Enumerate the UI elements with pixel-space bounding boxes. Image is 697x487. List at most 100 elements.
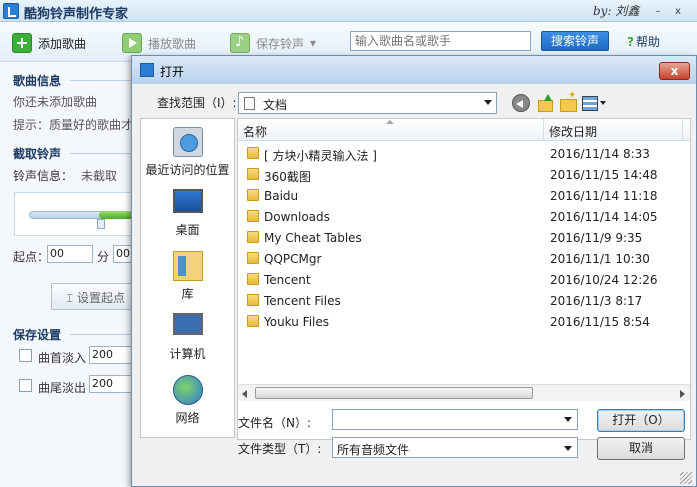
search-input[interactable] (350, 31, 531, 51)
back-icon[interactable] (512, 94, 530, 112)
place-libraries[interactable]: 库 (141, 251, 234, 302)
folder-icon (247, 252, 259, 264)
scroll-left-icon[interactable] (242, 390, 247, 398)
file-row[interactable]: 360截图 2016/11/15 14:48 (238, 164, 690, 185)
resize-grip-icon[interactable] (680, 472, 692, 484)
place-computer[interactable]: 计算机 (141, 313, 234, 362)
horizontal-scrollbar[interactable] (238, 384, 690, 401)
help-label: 帮助 (635, 35, 660, 49)
file-row[interactable]: [ 方块小精灵输入法 ] 2016/11/14 8:33 (238, 143, 690, 164)
file-row[interactable]: Tencent 2016/10/24 12:26 (238, 269, 690, 290)
fade-in-input[interactable]: 200 (89, 346, 132, 364)
file-row[interactable]: Downloads 2016/11/14 14:05 (238, 206, 690, 227)
network-icon (172, 375, 203, 405)
close-button[interactable]: x (668, 5, 688, 20)
folder-icon (247, 231, 259, 243)
column-name[interactable]: 名称 (243, 123, 267, 140)
place-recent[interactable]: 最近访问的位置 (141, 127, 234, 178)
folder-icon (247, 294, 259, 306)
file-name: Downloads (264, 210, 330, 224)
fade-in-checkbox[interactable] (19, 349, 32, 362)
file-list: 名称 修改日期 [ 方块小精灵输入法 ] 2016/11/14 8:33 360截… (237, 118, 691, 440)
open-button[interactable]: 打开（O） (597, 409, 685, 432)
column-divider[interactable] (543, 119, 544, 141)
document-icon (244, 97, 255, 110)
cursor-icon: ⌶ (66, 291, 78, 305)
add-song-button[interactable]: 添加歌曲 (12, 31, 86, 55)
scroll-right-icon[interactable] (680, 390, 685, 398)
file-row[interactable]: Baidu 2016/11/14 11:18 (238, 185, 690, 206)
dialog-title: 打开 (160, 65, 185, 79)
folder-icon (247, 273, 259, 285)
chevron-down-icon (484, 100, 492, 105)
file-list-header: 名称 修改日期 (238, 119, 690, 141)
look-in-label: 查找范围（I）: (157, 96, 237, 110)
left-panel: 歌曲信息 你还未添加歌曲 提示：质量好的歌曲才 截取铃声 铃声信息： 未截取 起… (0, 62, 143, 487)
column-divider[interactable] (682, 119, 683, 141)
fade-out-checkbox[interactable] (19, 379, 32, 392)
file-type-select[interactable]: 所有音频文件 (332, 437, 578, 458)
scrollbar-thumb[interactable] (255, 387, 533, 399)
chevron-down-icon[interactable] (564, 417, 572, 422)
author-signature: by: 刘鑫 (593, 4, 640, 18)
places-bar: 最近访问的位置 桌面 库 计算机 网络 (140, 118, 235, 438)
look-in-dropdown[interactable]: 文档 (238, 92, 497, 114)
divider (70, 80, 132, 81)
divider (70, 153, 132, 154)
fade-out-label: 曲尾淡出 (38, 381, 87, 395)
chevron-down-icon (564, 446, 572, 451)
file-name: Youku Files (264, 315, 330, 329)
folder-icon (247, 189, 259, 201)
divider (70, 334, 132, 335)
cancel-button[interactable]: 取消 (597, 437, 685, 460)
new-folder-icon[interactable] (559, 90, 577, 112)
dialog-close-button[interactable]: x (659, 62, 690, 80)
place-label: 桌面 (175, 223, 200, 237)
file-date: 2016/11/15 14:48 (550, 168, 658, 182)
sort-up-icon (386, 120, 394, 124)
save-ringtone-button[interactable]: 保存铃声 ▾ (230, 31, 316, 55)
place-label: 计算机 (169, 347, 206, 361)
file-type-label: 文件类型（T）: (238, 442, 322, 456)
place-network[interactable]: 网络 (141, 375, 234, 426)
place-desktop[interactable]: 桌面 (141, 189, 234, 238)
chevron-down-icon: ▾ (310, 36, 317, 50)
desktop-icon (172, 189, 203, 213)
file-name-input[interactable] (332, 409, 578, 430)
start-minute-stepper[interactable]: 00 (47, 245, 93, 263)
trim-slider[interactable] (14, 192, 139, 236)
minimize-button[interactable]: – (648, 5, 668, 20)
place-label: 网络 (175, 411, 200, 425)
computer-icon (172, 313, 203, 335)
file-date: 2016/10/24 12:26 (550, 273, 658, 287)
folder-icon (247, 147, 259, 159)
file-name: My Cheat Tables (264, 231, 362, 245)
play-song-button[interactable]: 播放歌曲 (122, 31, 196, 55)
file-date: 2016/11/9 9:35 (550, 231, 643, 245)
slider-handle[interactable] (97, 219, 105, 229)
search-ringtone-button[interactable]: 搜索铃声 (541, 31, 609, 51)
file-date: 2016/11/14 11:18 (550, 189, 658, 203)
play-icon (122, 33, 142, 53)
set-start-label: 设置起点 (77, 291, 126, 305)
file-date: 2016/11/14 14:05 (550, 210, 658, 224)
app-title-bar: 酷狗铃声制作专家 by: 刘鑫 – x (0, 0, 697, 22)
folder-icon (247, 315, 259, 327)
file-row[interactable]: QQPCMgr 2016/11/1 10:30 (238, 248, 690, 269)
ringtone-info-value: 未截取 (81, 169, 118, 183)
up-folder-icon[interactable] (536, 94, 554, 112)
app-logo-icon (3, 3, 19, 19)
set-start-button[interactable]: ⌶ 设置起点 (51, 283, 132, 310)
help-button[interactable]: ? 帮助 (627, 33, 660, 50)
file-row[interactable]: Youku Files 2016/11/15 8:54 (238, 311, 690, 332)
file-row[interactable]: My Cheat Tables 2016/11/9 9:35 (238, 227, 690, 248)
library-icon (172, 251, 203, 281)
fade-out-input[interactable]: 200 (89, 375, 132, 393)
app-title: 酷狗铃声制作专家 (24, 7, 129, 22)
save-settings-header: 保存设置 (13, 328, 62, 342)
ringtone-info-label: 铃声信息： (13, 169, 74, 183)
column-date-modified[interactable]: 修改日期 (549, 123, 597, 140)
file-row[interactable]: Tencent Files 2016/11/3 8:17 (238, 290, 690, 311)
view-menu-icon[interactable] (582, 94, 608, 112)
file-type-value: 所有音频文件 (337, 443, 410, 457)
